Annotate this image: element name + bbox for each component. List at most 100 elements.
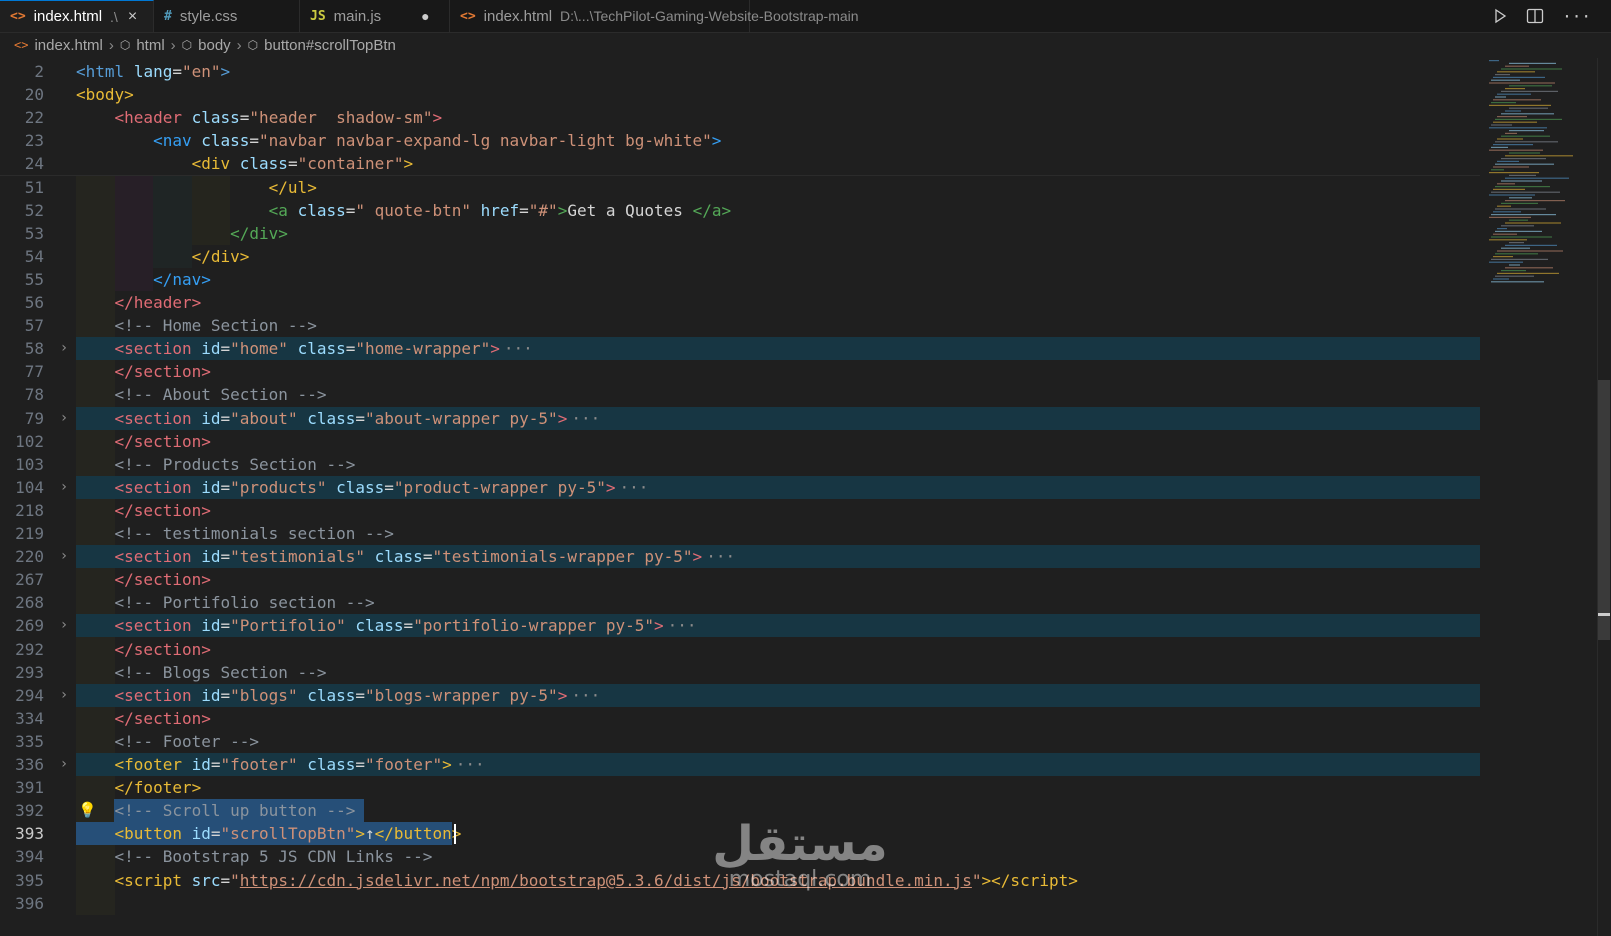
scrollbar-thumb[interactable] [1598,380,1610,640]
code-line[interactable]: 391 </footer> [0,776,1480,799]
minimap-line [1493,256,1513,258]
line-number: 22 [24,108,44,128]
code-line[interactable]: 218 </section> [0,499,1480,522]
minimap-line [1509,197,1532,199]
minimap-line [1509,219,1528,221]
close-icon[interactable]: × [128,8,137,26]
more-actions-icon[interactable]: ··· [1562,7,1591,26]
unsaved-dot-icon[interactable]: ● [421,8,429,24]
code-text: <section id="products" class="product-wr… [114,477,649,497]
chevron-right-icon[interactable]: › [56,476,72,499]
minimap-line [1489,172,1539,174]
code-editor[interactable]: 2 <html lang="en"> 20 <body> 22 <header clas… [0,58,1480,936]
minimap-line [1505,244,1557,246]
code-line[interactable]: 58 › <section id="home" class="home-wrapp… [0,337,1480,361]
minimap-line [1491,258,1548,260]
sticky-scroll-divider [0,174,1480,176]
code-line[interactable]: 23 <nav class="navbar navbar-expand-lg n… [0,129,1480,152]
code-line[interactable]: 334 </section> [0,707,1480,730]
tab-main-js-2[interactable]: JS main.js ● [300,0,450,32]
breadcrumb-item[interactable]: <> index.html [14,37,103,54]
code-line[interactable]: 53 </div> [0,222,1480,245]
code-line[interactable]: 54 </div> [0,245,1480,268]
minimap-line [1493,144,1533,146]
line-number: 104 [15,477,44,497]
js-file-icon: JS [310,8,326,24]
minimap-line [1489,127,1547,129]
code-line[interactable]: 52 <a class=" quote-btn" href="#">Get a … [0,199,1480,222]
minimap-line [1509,85,1552,87]
line-number: 24 [24,154,44,174]
line-number: 79 [24,408,44,428]
line-number: 2 [34,62,44,81]
chevron-right-icon[interactable]: › [56,545,72,568]
minimap-line [1493,76,1545,78]
code-line[interactable]: 20 <body> [0,83,1480,106]
run-icon[interactable] [1492,8,1508,24]
code-line[interactable]: 104 › <section id="products" class="produ… [0,475,1480,499]
minimap-line [1501,158,1546,160]
code-line[interactable]: 220 › <section id="testimonials" class="t… [0,545,1480,569]
code-text: <!-- Bootstrap 5 JS CDN Links --> [114,847,433,867]
code-line[interactable]: 267 </section> [0,568,1480,591]
code-text: </section> [114,362,211,382]
code-text: <html lang="en"> [76,62,231,81]
code-line[interactable]: 396 [0,892,1480,915]
line-number: 334 [15,708,44,728]
code-line[interactable]: 78 <!-- About Section --> [0,383,1480,406]
chevron-right-icon[interactable]: › [56,684,72,707]
chevron-right-icon: › [108,36,114,54]
tab-style-css-1[interactable]: # style.css [154,0,300,32]
html-file-icon: <> [14,38,29,52]
code-text: <!-- Footer --> [114,731,260,751]
code-line[interactable]: 51 </ul> [0,176,1480,199]
code-line[interactable]: 335 <!-- Footer --> [0,730,1480,753]
code-text: <body> [76,85,134,105]
minimap-line [1491,79,1520,81]
minimap-line [1489,239,1527,241]
tab-index-html-0[interactable]: <> index.html .\ × [0,0,154,32]
breadcrumb-label: button#scrollTopBtn [264,36,396,54]
minimap-line [1491,191,1560,193]
split-editor-icon[interactable] [1526,8,1544,24]
chevron-right-icon[interactable]: › [56,614,72,637]
breadcrumb-item[interactable]: ⬡ body [182,37,231,54]
breadcrumb-item[interactable]: ⬡ html [120,37,165,54]
code-line[interactable]: 2 <html lang="en"> [0,60,1480,83]
code-line[interactable]: 24 <div class="container"> [0,152,1480,175]
watermark-logo: مستقل mostaql.com [700,812,900,892]
code-line[interactable]: 292 </section> [0,638,1480,661]
chevron-right-icon[interactable]: › [56,753,72,776]
code-line[interactable]: 102 </section> [0,430,1480,453]
code-line[interactable]: 79 › <section id="about" class="about-wra… [0,406,1480,430]
code-line[interactable]: 219 <!-- testimonials section --> [0,522,1480,545]
line-number: 58 [24,339,44,359]
code-line[interactable]: 268 <!-- Portifolio section --> [0,591,1480,614]
code-line[interactable]: 293 <!-- Blogs Section --> [0,661,1480,684]
code-line[interactable]: 103 <!-- Products Section --> [0,453,1480,476]
chevron-right-icon[interactable]: › [56,407,72,430]
tab-index-html-3[interactable]: <> index.html D:\...\TechPilot-Gaming-Webs… [450,0,859,32]
code-line[interactable]: 269 › <section id="Portifolio" class="por… [0,614,1480,638]
minimap-line [1489,104,1551,106]
minimap-line [1501,180,1542,182]
minimap-line [1489,82,1555,84]
editor-tab-bar: <> index.html .\ × # style.css JS main.js ● <> ind… [0,0,1611,33]
line-number: 218 [15,500,44,520]
code-line[interactable]: 56 </header> [0,291,1480,314]
code-line[interactable]: 57 <!-- Home Section --> [0,314,1480,337]
minimap-line [1497,116,1527,118]
code-text: </header> [114,293,202,312]
line-number: 56 [24,293,44,312]
code-line[interactable]: 336 › <footer id="footer" class="footer">… [0,753,1480,776]
breadcrumb-item[interactable]: ⬡ button#scrollTopBtn [248,37,396,54]
code-line[interactable]: 294 › <section id="blogs" class="blogs-wr… [0,683,1480,707]
tab-description: .\ [110,8,118,25]
watermark-latin: mostaql.com [729,867,872,892]
code-line[interactable]: 77 </section> [0,360,1480,383]
chevron-right-icon[interactable]: › [56,337,72,360]
minimap[interactable] [1485,58,1595,298]
code-line[interactable]: 22 <header class="header shadow-sm"> [0,106,1480,129]
text-cursor [453,824,456,845]
code-line[interactable]: 55 </nav> [0,268,1480,291]
